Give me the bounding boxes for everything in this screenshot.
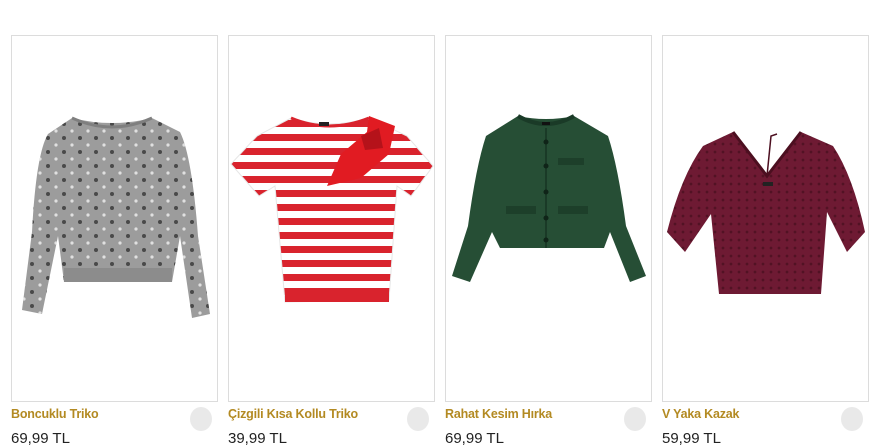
product-name[interactable]: Rahat Kesim Hırka [445, 407, 552, 421]
blurred-badge-icon [624, 407, 646, 431]
product-card[interactable]: Boncuklu Triko 69,99 TL [11, 35, 218, 448]
product-price: 39,99 TL [228, 430, 287, 447]
product-card[interactable]: Çizgili Kısa Kollu Triko 39,99 TL [228, 35, 435, 448]
product-name[interactable]: V Yaka Kazak [662, 407, 739, 421]
product-price: 69,99 TL [445, 430, 504, 447]
red-striped-bow-top-image [230, 116, 434, 303]
product-card[interactable]: Rahat Kesim Hırka 69,99 TL [445, 35, 652, 448]
product-price: 59,99 TL [662, 430, 721, 447]
product-image[interactable] [228, 35, 435, 402]
blurred-badge-icon [190, 407, 212, 431]
product-image[interactable] [662, 35, 869, 402]
product-image[interactable] [11, 35, 218, 402]
product-grid: Boncuklu Triko 69,99 TL Çizgili Kısa Kol… [0, 0, 875, 448]
burgundy-v-neck-sweater-image [667, 131, 865, 294]
grey-beaded-sweater-image [22, 116, 210, 318]
product-price: 69,99 TL [11, 430, 70, 447]
green-cardigan-image [452, 114, 646, 282]
blurred-badge-icon [407, 407, 429, 431]
product-name[interactable]: Boncuklu Triko [11, 407, 99, 421]
product-name[interactable]: Çizgili Kısa Kollu Triko [228, 407, 358, 421]
product-image[interactable] [445, 35, 652, 402]
product-card[interactable]: V Yaka Kazak 59,99 TL [662, 35, 869, 448]
blurred-badge-icon [841, 407, 863, 431]
